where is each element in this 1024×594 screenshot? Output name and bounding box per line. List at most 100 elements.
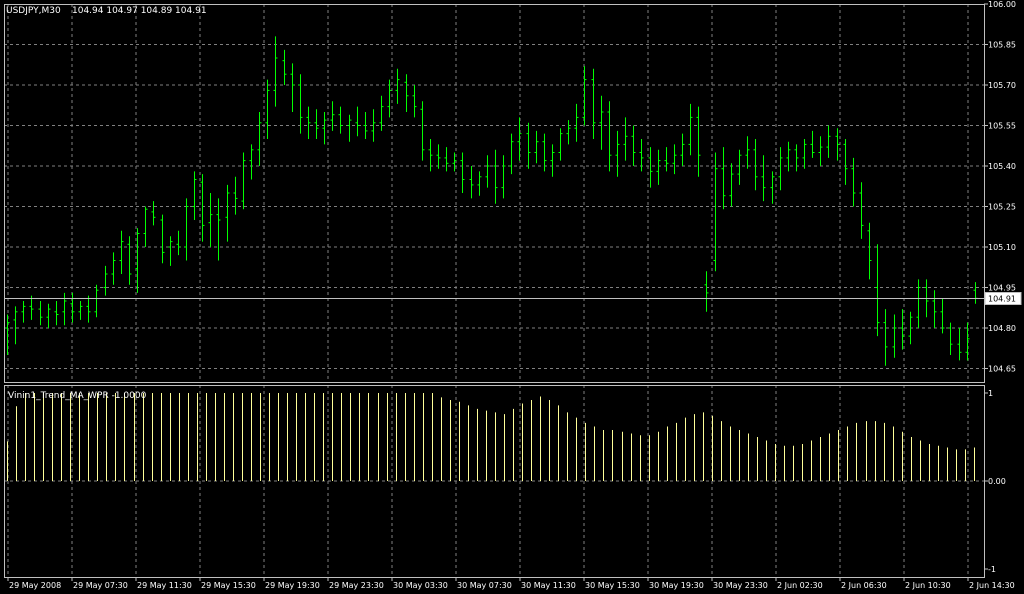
time-tick-label: 2 Jun 02:30 [777, 581, 823, 590]
ohlc-bar [241, 152, 246, 210]
ohlc-bar [713, 152, 718, 272]
ohlc-bar [664, 147, 669, 172]
ohlc-bar [13, 306, 18, 345]
ohlc-bar [672, 144, 677, 175]
ohlc-bar [330, 101, 335, 131]
ohlc-bar [534, 130, 539, 164]
ohlc-bar [566, 120, 571, 145]
time-tick-label: 29 May 19:30 [265, 581, 320, 590]
ohlc-bar [119, 230, 124, 274]
time-tick-label: 2 Jun 06:30 [841, 581, 887, 590]
price-tick-label: 104.80 [988, 324, 1016, 333]
ohlc-bar [704, 271, 709, 312]
chart-header: USDJPY,M30 104.94 104.97 104.89 104.91 [6, 6, 207, 16]
ohlc-bar [70, 292, 75, 323]
ohlc-bar [599, 95, 604, 150]
ohlc-bar [273, 36, 278, 107]
ohlc-bar [160, 214, 165, 264]
ohlc-bar [46, 303, 51, 328]
ohlc-bar [395, 68, 400, 104]
ohlc-bar [794, 144, 799, 172]
ohlc-bar [54, 301, 59, 326]
price-tick-label: 105.55 [988, 122, 1016, 131]
ohlc-bar [5, 314, 10, 355]
ohlc-bar [623, 117, 628, 161]
ohlc-bar [851, 157, 856, 207]
ohlc-bar [932, 290, 937, 328]
ohlc-bar [591, 68, 596, 139]
ohlc-bar [282, 49, 287, 85]
ohlc-bar [151, 201, 156, 226]
time-tick-label: 30 May 15:30 [585, 581, 640, 590]
ohlc-bar [94, 284, 99, 318]
ohlc-bar [176, 230, 181, 256]
ohlc-bar [192, 171, 197, 220]
ohlc-bar [826, 125, 831, 158]
ohlc-bar [306, 106, 311, 139]
ohlc-bar [29, 295, 34, 320]
time-tick-label: 2 Jun 10:30 [905, 581, 951, 590]
indicator-axis: 1 0.00 -1 [984, 389, 1006, 574]
current-price-label: 104.91 [988, 295, 1016, 304]
ohlc-bar [582, 66, 587, 126]
ohlc-bar [680, 133, 685, 166]
time-tick-label: 29 May 2008 [9, 581, 61, 590]
ohlc-bar [428, 139, 433, 172]
ohlc-bar [208, 193, 213, 247]
grid [4, 4, 984, 577]
ohlc-bar [745, 136, 750, 169]
ohlc-bar [249, 144, 254, 180]
indicator-header: Vinin1_Trend_MA_WPR -1.0000 [8, 391, 147, 401]
price-tick-label: 105.40 [988, 162, 1016, 171]
ohlc-bar [810, 130, 815, 158]
ohlc-bar [460, 152, 465, 193]
ohlc-bar [103, 265, 108, 296]
ohlc-bar [38, 301, 43, 326]
ohlc-bar [883, 309, 888, 366]
indicator-tick-label: 0.00 [988, 477, 1006, 486]
ohlc-bar [948, 322, 953, 355]
ohlc-bar [298, 74, 303, 134]
ohlc-bar [444, 147, 449, 172]
ohlc-bar [818, 136, 823, 166]
ohlc-bar [168, 236, 173, 266]
time-tick-label: 30 May 19:30 [649, 581, 704, 590]
time-tick-label: 29 May 23:30 [329, 581, 384, 590]
ohlc-bar [737, 149, 742, 185]
ohlc-bar [558, 128, 563, 161]
price-tick-label: 104.65 [988, 365, 1016, 374]
chart-canvas[interactable]: 106.00 105.85 105.70 105.55 105.40 105.25 105.… [0, 0, 1024, 594]
time-tick-label: 30 May 11:30 [521, 581, 576, 590]
ohlc-bar [721, 147, 726, 210]
price-bars [5, 36, 978, 366]
price-axis: 106.00 105.85 105.70 105.55 105.40 105.25 105.… [4, 0, 1022, 374]
ohlc-bar [501, 155, 506, 199]
ohlc-bar [835, 128, 840, 161]
ohlc-bar [648, 147, 653, 188]
ohlc-bar [477, 171, 482, 196]
mt4-chart-window[interactable]: 106.00 105.85 105.70 105.55 105.40 105.25 105.… [0, 0, 1024, 594]
ohlc-bar [184, 198, 189, 261]
panel-frames [4, 4, 985, 578]
ohlc-bar [859, 182, 864, 239]
ohlc-bar [770, 171, 775, 204]
ohlc-bar [290, 63, 295, 112]
ohlc-bar [265, 79, 270, 139]
ohlc-bar [867, 222, 872, 280]
ohlc-bar [216, 198, 221, 261]
time-tick-label: 29 May 11:30 [137, 581, 192, 590]
ohlc-bar [843, 139, 848, 185]
ohlc-bar [753, 139, 758, 191]
ohlc-bar [21, 301, 26, 323]
ohlc-bar [78, 301, 83, 320]
ohlc-bar [127, 236, 132, 285]
ohlc-bar [404, 74, 409, 112]
indicator-panel-frame [4, 385, 985, 578]
ohlc-bar [420, 101, 425, 161]
ohlc-bar [574, 103, 579, 142]
ohlc-bar [631, 125, 636, 166]
ohlc-bar [761, 155, 766, 202]
ohlc-bar [233, 176, 238, 215]
ohlc-bar [86, 295, 91, 323]
price-tick-label: 105.25 [988, 203, 1016, 212]
